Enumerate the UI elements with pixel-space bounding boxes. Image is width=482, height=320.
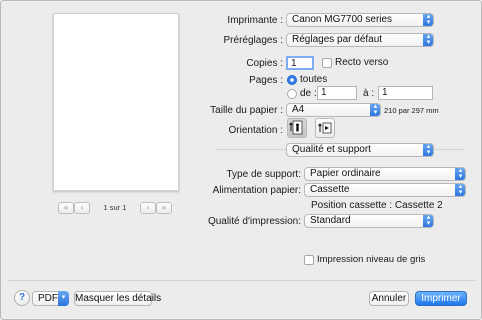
hide-details-button[interactable]: Masquer les détails [74,291,161,306]
popup-arrows-icon: ▴ ▾ [423,14,433,26]
pages-from-field[interactable]: 1 [317,86,357,100]
section-select[interactable]: Qualité et support ▴ ▾ [286,143,434,157]
portrait-orientation-icon [289,120,303,135]
next-page-icon: › [146,203,150,212]
copies-label: Copies : [246,58,283,69]
print-quality-label: Qualité d'impression: [207,216,301,227]
grayscale-checkbox[interactable] [304,255,314,265]
copies-field[interactable]: 1 [286,56,314,70]
media-type-select[interactable]: Papier ordinaire ▴ ▾ [304,167,466,181]
landscape-orientation-button[interactable] [315,118,335,138]
portrait-orientation-button[interactable] [287,118,307,138]
paper-source-label: Alimentation papier: [212,185,301,196]
pages-to-field[interactable]: 1 [378,86,433,100]
presets-select[interactable]: Réglages par défaut ▴ ▾ [286,33,434,47]
paper-size-select[interactable]: A4 ▴ ▾ [286,103,381,117]
pdf-menu-button[interactable]: PDF ▾ [32,291,69,306]
page-indicator: 1 sur 1 [103,203,127,212]
help-button[interactable]: ? [14,290,30,306]
print-quality-select[interactable]: Standard ▴ ▾ [304,214,434,228]
next-page-button[interactable]: › [140,202,156,214]
first-page-icon: « [63,203,69,212]
previous-page-icon: ‹ [80,203,84,212]
cancel-button[interactable]: Annuler [369,291,409,306]
printer-select[interactable]: Canon MG7700 series ▴ ▾ [286,13,434,27]
presets-value: Réglages par défaut [292,34,383,45]
print-dialog: « ‹ 1 sur 1 › » Imprimante : Canon MG770… [0,0,482,320]
printer-label: Imprimante : [227,15,283,26]
media-type-value: Papier ordinaire [310,168,381,179]
popup-arrows-icon: ▴ ▾ [423,34,433,46]
grayscale-label: Impression niveau de gris [317,254,426,265]
duplex-label: Recto verso [335,57,389,68]
pages-from-label: de : [300,88,317,99]
first-page-button[interactable]: « [58,202,74,214]
popup-arrows-icon: ▴ ▾ [370,104,380,116]
paper-size-label: Taille du papier : [210,105,283,116]
last-page-icon: » [161,203,167,212]
paper-size-dimensions: 210 par 297 mm [384,106,439,115]
last-page-button[interactable]: » [156,202,172,214]
duplex-checkbox[interactable] [322,58,332,68]
pdf-label: PDF [38,293,58,304]
pages-to-label: à : [363,88,375,99]
popup-arrows-icon: ▴ ▾ [455,184,465,196]
landscape-orientation-icon [318,122,332,134]
paper-source-value: Cassette [310,184,350,195]
print-button[interactable]: Imprimer [415,291,467,306]
page-preview [53,13,179,191]
paper-size-value: A4 [292,104,305,115]
popup-arrows-icon: ▴ ▾ [423,215,433,227]
cassette-position-note: Position cassette : Cassette 2 [311,200,443,211]
popup-arrows-icon: ▴ ▾ [423,144,433,156]
pages-label: Pages : [249,75,283,86]
previous-page-button[interactable]: ‹ [74,202,90,214]
pages-range-radio[interactable] [287,89,297,99]
section-value: Qualité et support [292,144,371,155]
pages-all-radio[interactable] [287,75,297,85]
print-quality-value: Standard [310,215,351,226]
media-type-label: Type de support: [226,169,302,180]
orientation-label: Orientation : [228,125,283,136]
printer-value: Canon MG7700 series [292,14,393,25]
chevron-down-icon: ▾ [58,291,69,306]
help-icon: ? [18,292,26,303]
popup-arrows-icon: ▴ ▾ [455,168,465,180]
presets-label: Préréglages : [223,35,283,46]
paper-source-select[interactable]: Cassette ▴ ▾ [304,183,466,197]
footer-divider [7,280,475,281]
pages-all-label: toutes [300,74,328,85]
